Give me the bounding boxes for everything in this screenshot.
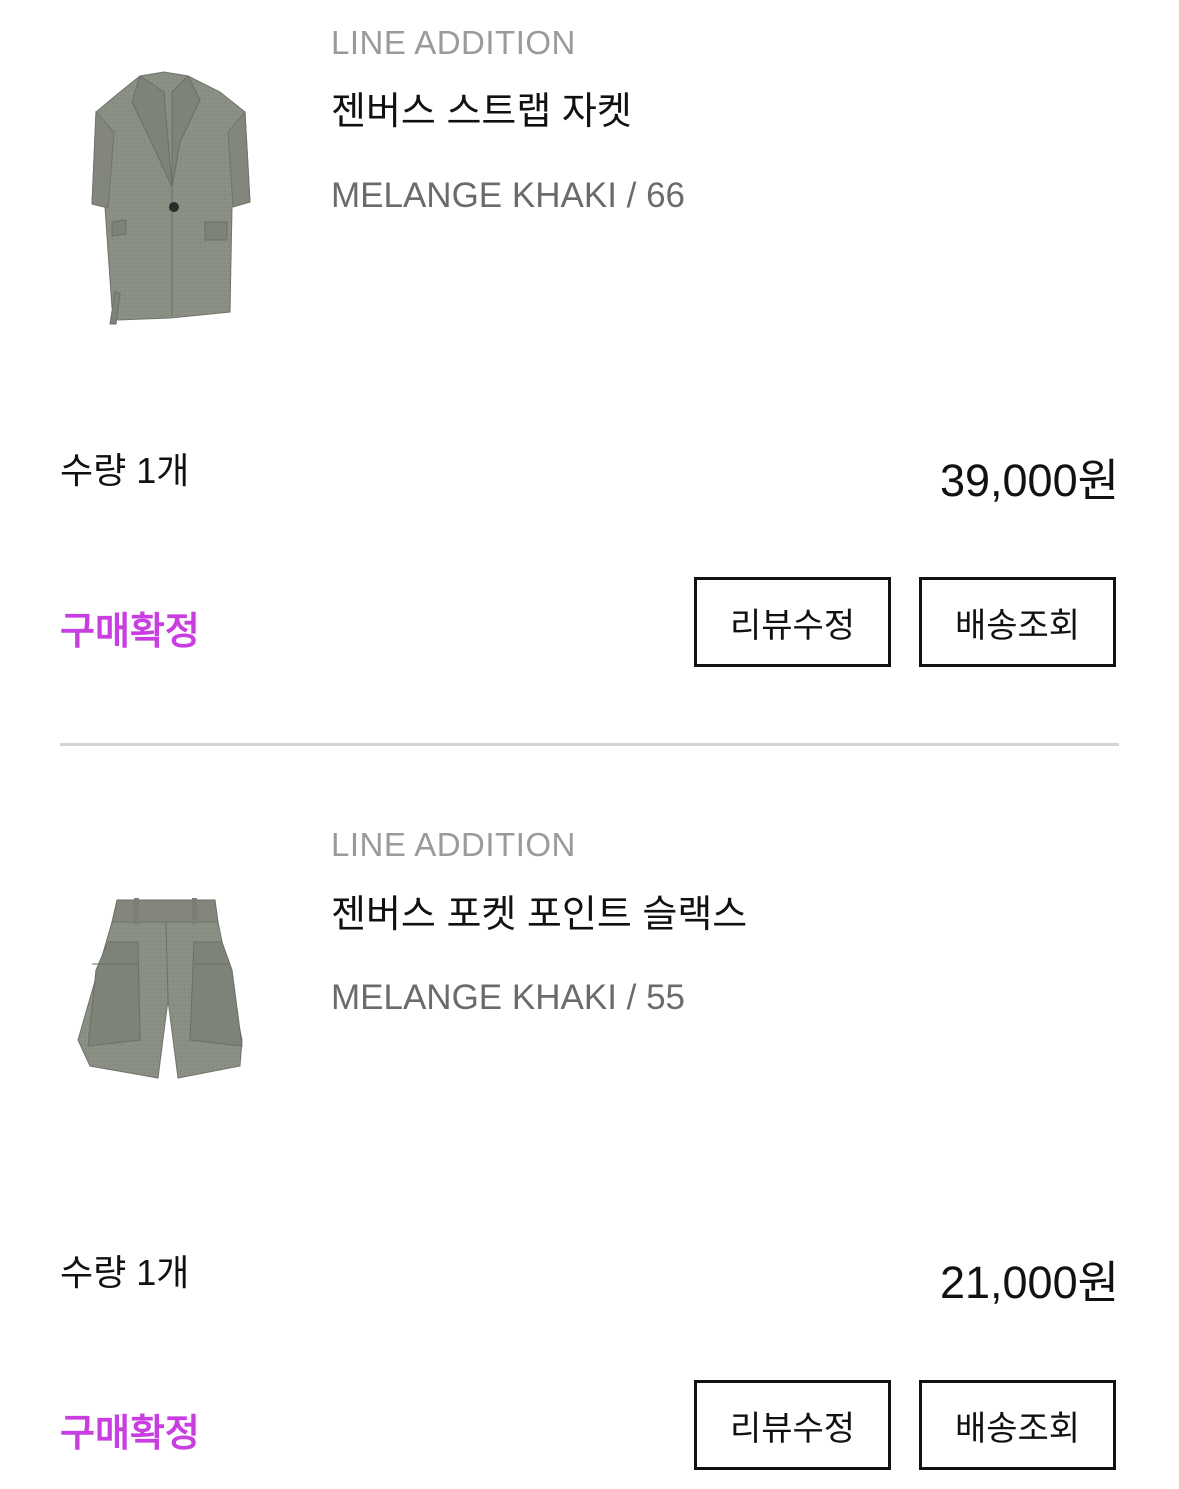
quantity-label: 수량 1개 xyxy=(60,1252,190,1293)
product-name[interactable]: 젠버스 포켓 포인트 슬랙스 xyxy=(331,883,747,938)
jacket-image xyxy=(91,71,251,325)
product-name[interactable]: 젠버스 스트랩 자켓 xyxy=(331,80,632,135)
order-item: LINE ADDITION 젠버스 포켓 포인트 슬랙스 MELANGE KHA… xyxy=(0,746,1179,1489)
product-option: MELANGE KHAKI / 55 xyxy=(331,978,686,1017)
order-item: LINE ADDITION 젠버스 스트랩 자켓 MELANGE KHAKI /… xyxy=(0,0,1179,744)
price-label: 21,000원 xyxy=(939,1257,1119,1308)
brand-name: LINE ADDITION xyxy=(331,24,576,61)
order-status: 구매확정 xyxy=(60,611,200,653)
brand-name: LINE ADDITION xyxy=(331,826,576,863)
product-option: MELANGE KHAKI / 66 xyxy=(331,176,686,215)
quantity-label: 수량 1개 xyxy=(60,450,190,491)
edit-review-button[interactable]: 리뷰수정 xyxy=(694,577,891,667)
track-delivery-button[interactable]: 배송조회 xyxy=(919,577,1116,667)
order-status: 구매확정 xyxy=(60,1413,200,1455)
price-label: 39,000원 xyxy=(939,455,1119,506)
product-image[interactable] xyxy=(60,880,275,1150)
shorts-image xyxy=(77,898,243,1079)
edit-review-button[interactable]: 리뷰수정 xyxy=(694,1380,891,1470)
product-image[interactable] xyxy=(60,62,275,332)
track-delivery-button[interactable]: 배송조회 xyxy=(919,1380,1116,1470)
